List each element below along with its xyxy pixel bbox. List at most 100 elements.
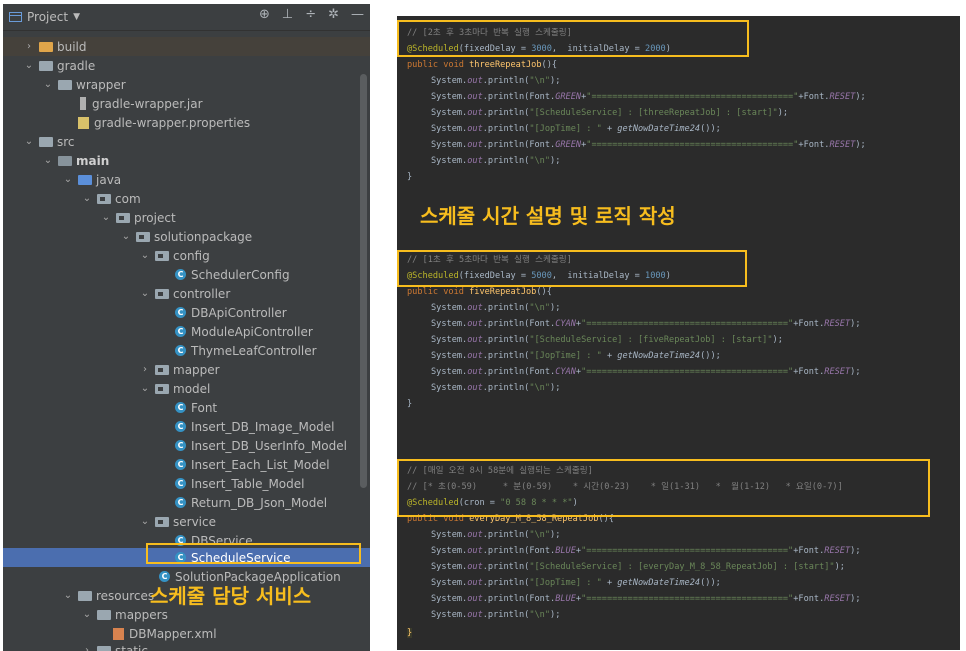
token: );	[850, 546, 861, 556]
tree-item-label: Font	[191, 400, 218, 415]
chevron-down-icon[interactable]: ⌄	[42, 155, 54, 166]
closing-brace: }	[407, 399, 413, 409]
tree-item-insert-db-userinfo-model[interactable]: C Insert_DB_UserInfo_Model	[3, 436, 370, 455]
code-line: System.out.println("[ScheduleService] : …	[431, 332, 783, 348]
closing-brace: }	[407, 625, 413, 641]
token: System.	[431, 578, 468, 588]
block1-highlight	[397, 20, 749, 57]
tree-item-config[interactable]: ⌄ config	[3, 246, 370, 265]
tree-item-gradle-wrapper-properties[interactable]: gradle-wrapper.properties	[3, 113, 370, 132]
source-folder-icon	[58, 155, 72, 166]
token: "\n"	[529, 303, 551, 313]
token: out	[467, 156, 483, 166]
token: "\n"	[529, 383, 551, 393]
code-editor[interactable]: // [2초 후 3초마다 반복 실행 스케줄링] @Scheduled(fix…	[397, 16, 960, 650]
chevron-down-icon[interactable]: ⌄	[62, 590, 74, 601]
token: System.	[431, 124, 468, 134]
chevron-down-icon[interactable]: ⌄	[100, 212, 112, 223]
token: );	[550, 530, 561, 540]
chevron-down-icon[interactable]: ⌄	[42, 79, 54, 90]
tree-item-solutionpackage[interactable]: ⌄ solutionpackage	[3, 227, 370, 246]
tree-item-gradle-wrapper-jar[interactable]: gradle-wrapper.jar	[3, 94, 370, 113]
code-line: System.out.println("\n");	[431, 73, 560, 89]
token: out	[467, 124, 483, 134]
token: +	[601, 578, 618, 588]
token: out	[467, 530, 483, 540]
code-line: System.out.println("[ScheduleService] : …	[431, 559, 845, 575]
tree-item-dbapicontroller[interactable]: C DBApiController	[3, 303, 370, 322]
project-view-selector[interactable]: Project ▼	[9, 10, 80, 24]
tree-item-insert-table-model[interactable]: C Insert_Table_Model	[3, 474, 370, 493]
chevron-down-icon[interactable]: ⌄	[62, 174, 74, 185]
tree-item-label: gradle-wrapper.properties	[94, 115, 251, 130]
tree-item-com[interactable]: ⌄ com	[3, 189, 370, 208]
code-line: System.out.println("\n");	[431, 300, 560, 316]
token: out	[467, 108, 483, 118]
chevron-down-icon[interactable]: ⌄	[81, 193, 93, 204]
tree-item-controller[interactable]: ⌄ controller	[3, 284, 370, 303]
tree-item-java[interactable]: ⌄ java	[3, 170, 370, 189]
chevron-down-icon[interactable]: ⌄	[139, 516, 151, 527]
tree-item-model[interactable]: ⌄ model	[3, 379, 370, 398]
token: GREEN	[555, 140, 582, 150]
chevron-down-icon[interactable]: ⌄	[120, 231, 132, 242]
tree-item-label: wrapper	[76, 77, 126, 92]
package-icon	[97, 193, 111, 204]
tree-item-label: com	[115, 191, 141, 206]
project-window-icon	[9, 12, 22, 22]
source-root-icon	[78, 174, 92, 185]
tree-item-mapper[interactable]: › mapper	[3, 360, 370, 379]
tree-item-moduleapicontroller[interactable]: C ModuleApiController	[3, 322, 370, 341]
tree-item-wrapper[interactable]: ⌄ wrapper	[3, 75, 370, 94]
tree-item-return-db-json-model[interactable]: C Return_DB_Json_Model	[3, 493, 370, 512]
token: Font.	[529, 546, 556, 556]
token: "[ScheduleService] : [fiveRepeatJob] : […	[529, 335, 773, 345]
class-icon: C	[175, 497, 186, 508]
target-icon[interactable]: ⊕	[259, 7, 270, 22]
expand-all-icon[interactable]: ⊥	[282, 7, 293, 22]
token: +Font.	[793, 594, 825, 604]
tree-item-font[interactable]: C Font	[3, 398, 370, 417]
chevron-down-icon[interactable]: ⌄	[139, 288, 151, 299]
tree-item-build[interactable]: › build	[3, 37, 370, 56]
tree-item-service[interactable]: ⌄ service	[3, 512, 370, 531]
chevron-down-icon[interactable]: ⌄	[139, 250, 151, 261]
tree-item-main[interactable]: ⌄ main	[3, 151, 370, 170]
class-icon: C	[175, 421, 186, 432]
chevron-right-icon[interactable]: ›	[23, 41, 35, 52]
token: CYAN	[555, 367, 576, 377]
tree-item-thymeleafcontroller[interactable]: C ThymeLeafController	[3, 341, 370, 360]
chevron-down-icon[interactable]: ⌄	[139, 383, 151, 394]
class-icon: C	[175, 478, 186, 489]
chevron-down-icon[interactable]: ▼	[73, 12, 80, 22]
tree-item-src[interactable]: ⌄ src	[3, 132, 370, 151]
tree-item-label: Insert_Table_Model	[191, 476, 305, 491]
token: Font.	[529, 367, 556, 377]
token: "\n"	[529, 156, 551, 166]
keyword-token: public void	[407, 287, 470, 297]
tree-item-label: config	[173, 248, 210, 263]
chevron-down-icon[interactable]: ⌄	[81, 609, 93, 620]
gear-icon[interactable]: ✲	[328, 7, 339, 22]
minimize-icon[interactable]: —	[351, 7, 364, 22]
chevron-right-icon[interactable]: ›	[139, 364, 151, 375]
token: System.	[431, 108, 468, 118]
tree-item-project[interactable]: ⌄ project	[3, 208, 370, 227]
folder-icon	[39, 41, 53, 52]
token: );	[550, 383, 561, 393]
tree-item-label: build	[57, 39, 87, 54]
class-icon: C	[175, 307, 186, 318]
token: out	[467, 367, 483, 377]
token: RESET	[824, 319, 851, 329]
chevron-down-icon[interactable]: ⌄	[23, 60, 35, 71]
tree-item-gradle[interactable]: ⌄ gradle	[3, 56, 370, 75]
tree-item-insert-each-list-model[interactable]: C Insert_Each_List_Model	[3, 455, 370, 474]
collapse-all-icon[interactable]: ÷	[305, 7, 316, 22]
tree-item-static[interactable]: › static	[3, 641, 370, 651]
tree-scrollbar[interactable]	[360, 74, 367, 488]
chevron-right-icon[interactable]: ›	[81, 645, 93, 651]
tree-item-insert-db-image-model[interactable]: C Insert_DB_Image_Model	[3, 417, 370, 436]
token: ());	[700, 351, 721, 361]
chevron-down-icon[interactable]: ⌄	[23, 136, 35, 147]
tree-item-schedulerconfig[interactable]: C SchedulerConfig	[3, 265, 370, 284]
